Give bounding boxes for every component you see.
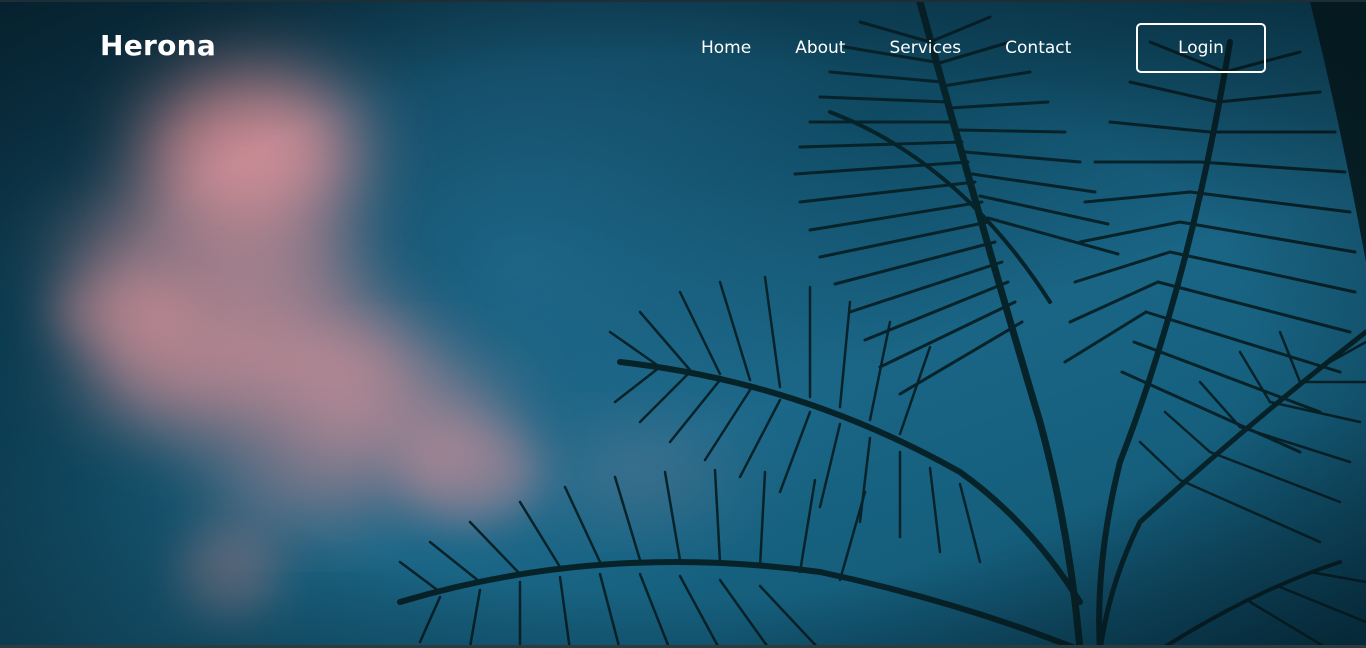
nav-link-services[interactable]: Services bbox=[889, 36, 961, 60]
hero-section: Herona Home About Services Contact Login bbox=[0, 0, 1366, 648]
top-navbar: Herona Home About Services Contact Login bbox=[0, 2, 1366, 94]
nav-link-about[interactable]: About bbox=[795, 36, 845, 60]
nav-link-contact[interactable]: Contact bbox=[1005, 36, 1071, 60]
hero-background-image bbox=[0, 2, 1366, 645]
login-button[interactable]: Login bbox=[1136, 23, 1266, 73]
nav-link-home[interactable]: Home bbox=[701, 36, 751, 60]
brand-logo[interactable]: Herona bbox=[100, 28, 216, 64]
main-nav: Home About Services Contact bbox=[701, 36, 1071, 60]
